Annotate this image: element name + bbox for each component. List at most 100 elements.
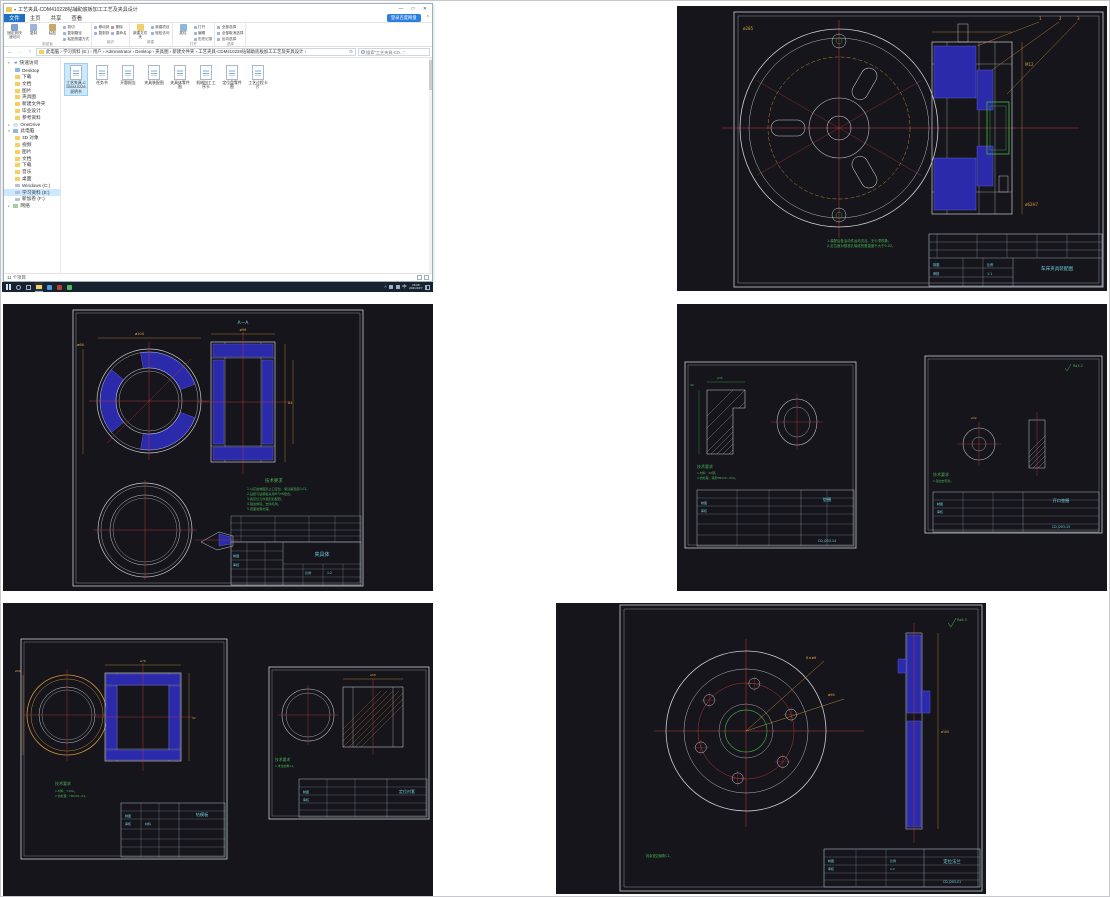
forward-button[interactable]: → (16, 49, 24, 55)
minimize-button[interactable]: — (396, 6, 406, 12)
document-icon (148, 65, 160, 80)
sidebar-item-drive-c[interactable]: Windows (C:) (4, 182, 60, 189)
sidebar-item-pc-downloads[interactable]: 下载 (4, 162, 60, 169)
sidebar-item-music[interactable]: 音乐 (4, 169, 60, 176)
file-item[interactable]: 机械加工工序卡 (194, 63, 218, 96)
tab-file[interactable]: 文件 (4, 14, 25, 22)
tab-share[interactable]: 共享 (46, 14, 67, 22)
rename-button[interactable]: 重命名 (111, 31, 127, 36)
sidebar-item-drive-e[interactable]: 学习资料 (E:) (4, 189, 60, 196)
sidebar-item-documents[interactable]: 文档 (4, 80, 60, 87)
netdisk-login-button[interactable]: 登录百度网盘 (386, 14, 421, 22)
back-button[interactable]: ← (6, 49, 14, 55)
taskbar-wechat-button[interactable] (66, 282, 73, 292)
copy-button[interactable]: 复制 (25, 24, 42, 36)
file-item[interactable]: 开题报告 (116, 63, 140, 96)
copy-to-button[interactable]: 复制到 (94, 31, 109, 36)
delete-button[interactable]: 删除 (111, 25, 126, 30)
navigation-pane: ▾ ★ 快速访问 Desktop 下载 文档 图片 夹具图 新建文件夹 毕业设计 参… (4, 58, 61, 273)
edit-button[interactable]: 编辑 (193, 31, 213, 36)
section-label: A—A (238, 320, 250, 326)
tab-view[interactable]: 查看 (66, 14, 87, 22)
taskbar-explorer-button[interactable] (35, 282, 44, 292)
file-item[interactable]: 定位盘零件图 (220, 63, 244, 96)
paste-icon (49, 24, 56, 31)
sidebar-item-biyesheji[interactable]: 毕业设计 (4, 108, 60, 115)
folder-icon (15, 170, 20, 175)
refresh-icon[interactable]: ⟳ (349, 49, 353, 55)
tb-label: 材料 (145, 821, 151, 826)
vertical-scrollbar[interactable] (429, 58, 432, 273)
paste-button[interactable]: 粘贴 (44, 24, 61, 36)
breadcrumb[interactable]: 此电脑 › 学习资料 (E:) › 用户 › Administrator › D… (36, 48, 356, 56)
search-icon (16, 284, 22, 290)
select-none-button[interactable]: 全部取消选择 (217, 31, 243, 36)
ribbon-collapse-icon[interactable]: ^ (427, 15, 429, 21)
file-item[interactable]: 夹具装配图 (142, 63, 166, 96)
ribbon-tabs: 文件 主页 共享 查看 登录百度网盘 ^ (4, 14, 432, 23)
pin-quick-access-button[interactable]: 固定到快速访问 (6, 24, 23, 40)
cut-button[interactable]: 剪切 (63, 25, 89, 30)
network-status-icon[interactable] (395, 285, 400, 289)
file-item[interactable]: 工艺过程卡片 (246, 63, 270, 96)
file-item[interactable]: 任务书 (90, 63, 114, 96)
sidebar-item-3d-objects[interactable]: 3D 对象 (4, 135, 60, 142)
sidebar-item-pc-documents[interactable]: 文档 (4, 155, 60, 162)
select-all-button[interactable]: 全部选择 (217, 25, 243, 30)
taskbar-browser-button[interactable] (46, 282, 53, 292)
sidebar-onedrive[interactable]: ▸ OneDrive (4, 121, 60, 128)
tab-home[interactable]: 主页 (25, 14, 46, 22)
clock[interactable]: 16:08 2021/10/7 (409, 283, 422, 291)
title-bar: ▾ 工艺夹具-CDM410228钻辅助底板加工工艺及夹具设计 — □ ✕ (4, 4, 432, 14)
close-button[interactable]: ✕ (420, 6, 430, 12)
task-view-button[interactable] (25, 282, 32, 292)
quick-access-toolbar-icon[interactable]: ▾ (14, 7, 16, 12)
drive-icon (15, 197, 20, 202)
copy-path-button[interactable]: 复制路径 (63, 31, 89, 36)
easy-access-button[interactable]: 轻松访问 (150, 31, 170, 36)
file-item[interactable]: 工艺夹具-CDM410228说明书 (64, 63, 88, 97)
roughness-label: Ra6.3 (957, 618, 967, 622)
tb-label: 审核 (937, 509, 943, 514)
document-icon (96, 65, 108, 80)
sidebar-item-downloads[interactable]: 下载 (4, 74, 60, 81)
drawing-title: 定位衬套 (399, 788, 415, 794)
new-item-button[interactable]: 新建项目 (150, 25, 170, 30)
sidebar-item-pictures[interactable]: 图片 (4, 87, 60, 94)
action-center-icon[interactable] (425, 284, 430, 290)
up-button[interactable]: ↑ (26, 49, 34, 55)
sidebar-item-desktop[interactable]: Desktop (4, 67, 60, 74)
sidebar-quick-access[interactable]: ▾ ★ 快速访问 (4, 60, 60, 67)
thumbnail-view-icon[interactable] (424, 275, 429, 280)
chat-app-icon (67, 284, 73, 290)
taskbar-search-button[interactable] (15, 282, 22, 292)
maximize-button[interactable]: □ (408, 6, 418, 12)
note-line: 2.热处理：HRC58~62。 (55, 793, 88, 798)
sidebar-item-newfolder[interactable]: 新建文件夹 (4, 101, 60, 108)
search-input[interactable] (366, 49, 427, 55)
file-item[interactable]: 夹具体零件图 (168, 63, 192, 96)
list-view-icon[interactable] (417, 275, 422, 280)
sidebar-item-pc-pictures[interactable]: 图片 (4, 148, 60, 155)
sidebar-item-cankao[interactable]: 参考资料 (4, 114, 60, 121)
sidebar-item-jiaju[interactable]: 夹具图 (4, 94, 60, 101)
new-folder-button[interactable]: 新建文件夹 (132, 24, 149, 40)
input-language-indicator[interactable]: 中 (402, 284, 407, 290)
volume-icon[interactable] (389, 285, 394, 289)
open-button[interactable]: 打开 (193, 25, 213, 30)
search-box[interactable] (358, 48, 430, 56)
sidebar-network[interactable]: ▸ 网络 (4, 203, 60, 210)
search-icon (361, 50, 365, 54)
dim-label: 84 (288, 401, 293, 405)
cad-drawing-small-parts: 40 ø35 技术要求 1.材料：45钢。 2.热处理：调质HB220~250。… (677, 304, 1107, 591)
chevron-right-icon: ▸ (8, 204, 10, 209)
tray-expand-icon[interactable]: ^ (385, 285, 387, 290)
move-to-button[interactable]: 移动到 (94, 25, 109, 30)
sidebar-item-videos[interactable]: 视频 (4, 142, 60, 149)
sidebar-item-drive-f[interactable]: 新加卷 (F:) (4, 196, 60, 203)
sidebar-this-pc[interactable]: ▾ 此电脑 (4, 128, 60, 135)
start-button[interactable] (5, 282, 12, 292)
sidebar-item-desktop2[interactable]: 桌面 (4, 176, 60, 183)
properties-button[interactable]: 属性 (175, 24, 192, 36)
taskbar-cad-button[interactable] (56, 282, 63, 292)
